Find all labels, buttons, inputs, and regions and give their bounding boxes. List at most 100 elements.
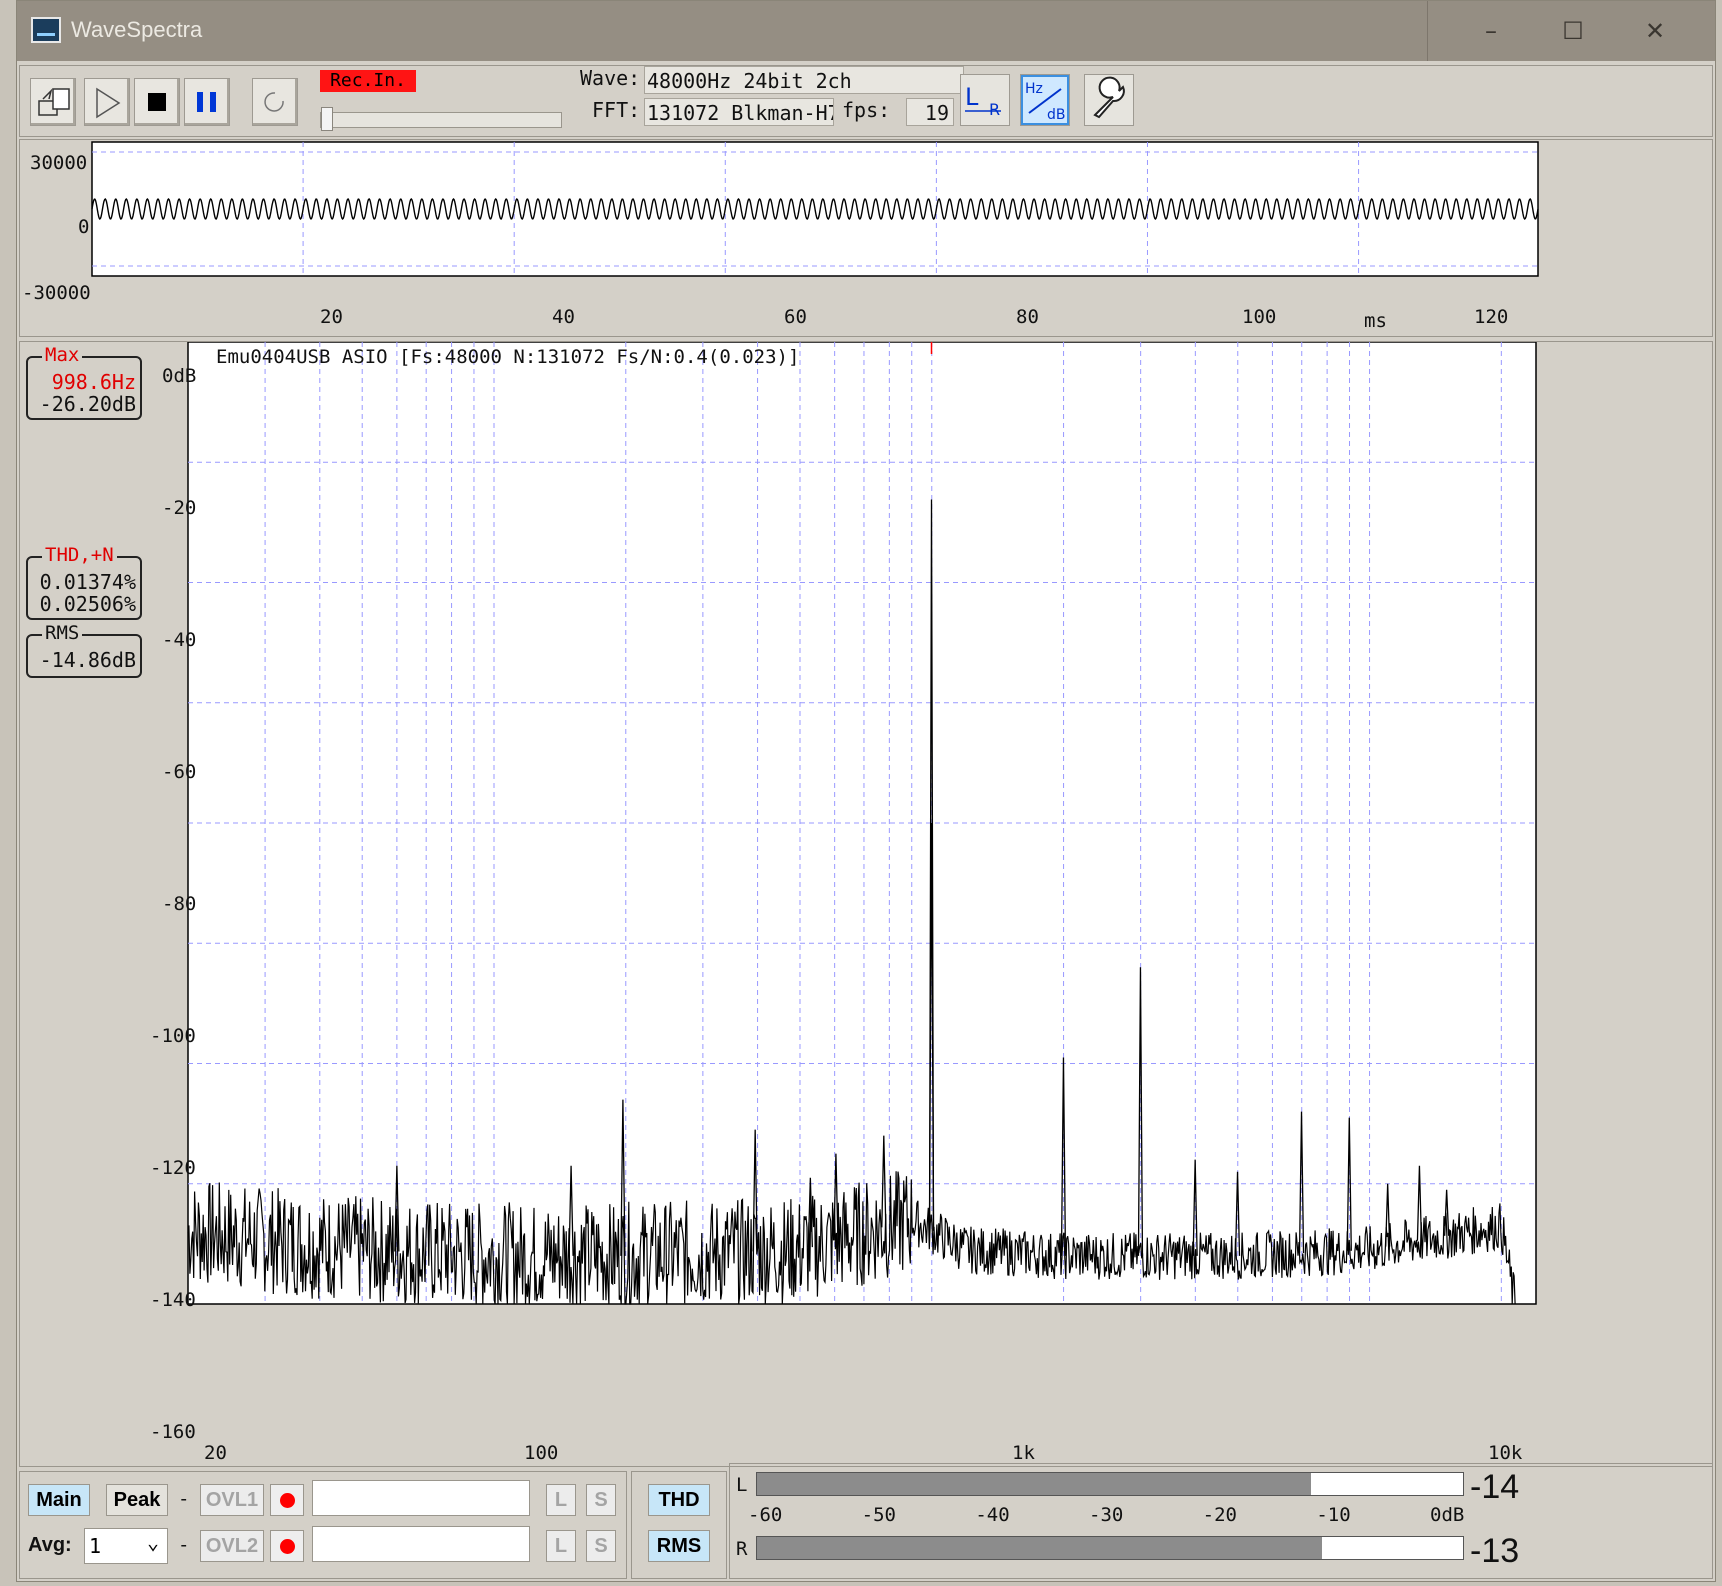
lr-icon-l: L [965,83,979,111]
spec-ytick-120: -120 [150,1157,196,1179]
wave-xtick-60: 60 [784,306,807,328]
rec-input-label[interactable]: Rec.In. [320,70,416,92]
meter-r-label: R [736,1538,748,1560]
max-level: -26.20dB [39,392,136,416]
hz-db-scale-icon: Hz dB [1023,77,1067,123]
ovl2-name-field[interactable] [312,1526,530,1562]
waveform-panel: 30000 0 -30000 20 40 60 80 100 ms 120 [19,139,1713,337]
spec-ytick-0db: 0dB [162,365,197,387]
thd-label: THD,+N [42,544,117,566]
window-title: WaveSpectra [71,17,203,42]
spec-xtick-10k: 10k [1488,1442,1523,1464]
pause-button[interactable] [184,78,230,126]
dash-1: - [178,1488,190,1510]
ovl1-s-button[interactable]: S [586,1484,616,1516]
ovl2-record-icon[interactable] [270,1530,304,1562]
fft-label: FFT: [592,98,641,122]
spec-ytick-80: -80 [162,893,197,915]
open-button[interactable] [30,78,76,126]
input-level-slider[interactable] [320,107,562,131]
hz-db-scale-button[interactable]: Hz dB [1020,74,1070,126]
ovl1-record-icon[interactable] [270,1484,304,1516]
spec-ytick-140: -140 [150,1289,196,1311]
meter-r-fill [757,1537,1322,1559]
ovl2-button[interactable]: OVL2 [200,1530,264,1562]
settings-button[interactable] [1084,74,1134,126]
ovl1-button[interactable]: OVL1 [200,1484,264,1516]
meter-scale-tick: -60 [748,1504,783,1526]
wave-xtick-120: 120 [1474,306,1509,328]
ovl1-l-button[interactable]: L [546,1484,576,1516]
maximize-button[interactable]: ☐ [1533,11,1613,51]
minimize-button[interactable]: – [1451,11,1531,51]
rms-button[interactable]: RMS [648,1530,710,1562]
ovl2-l-button[interactable]: L [546,1530,576,1562]
close-button[interactable]: ✕ [1615,11,1695,51]
wave-xtick-20: 20 [320,306,343,328]
titlebar-separator [1427,1,1428,61]
fft-setting-field[interactable]: 131072 Blkman-H7 [644,98,834,126]
dash-2: - [178,1534,190,1556]
pause-icon [197,92,216,112]
main-button[interactable]: Main [28,1484,90,1516]
spec-ytick-40: -40 [162,629,197,651]
wave-x-unit: ms [1364,310,1387,332]
fps-label: fps: [842,98,891,122]
meter-l-fill [757,1473,1311,1495]
lr-channel-button[interactable]: L R [960,74,1010,126]
spectrum-plot[interactable] [20,342,1712,1466]
meter-scale-tick: 0dB [1430,1504,1465,1526]
lr-channel-icon: L R [965,83,1001,119]
spec-xtick-100: 100 [524,1442,559,1464]
wave-xtick-80: 80 [1016,306,1039,328]
stop-button[interactable] [134,78,180,126]
control-panel: Main Peak - OVL1 L S Avg: 1 ⌄ - OVL2 L S [19,1471,627,1579]
rms-label: RMS [42,622,83,644]
avg-select[interactable]: 1 ⌄ [84,1528,168,1564]
spec-ytick-60: -60 [162,761,197,783]
peak-button[interactable]: Peak [106,1484,168,1516]
meter-l-label: L [736,1474,748,1496]
avg-label: Avg: [28,1534,72,1556]
spec-ytick-160: -160 [150,1421,196,1443]
thd-readout: THD,+N 0.01374% 0.02506% [26,544,142,620]
wave-xtick-100: 100 [1242,306,1277,328]
max-label: Max [42,344,83,366]
spec-xtick-20: 20 [204,1442,227,1464]
slider-thumb[interactable] [321,107,333,131]
meter-r-bar [756,1536,1464,1560]
spec-ytick-20: -20 [162,497,197,519]
thd-button[interactable]: THD [648,1484,710,1516]
loop-icon [264,92,284,112]
meter-scale-tick: -40 [975,1504,1010,1526]
waveform-plot[interactable] [20,140,1712,336]
play-button[interactable] [84,78,130,126]
wave-xtick-40: 40 [552,306,575,328]
measure-panel: THD RMS [631,1471,727,1579]
lr-icon-r: R [989,100,1000,119]
spectrum-header: Emu0404USB ASIO [Fs:48000 N:131072 Fs/N:… [216,346,800,368]
max-readout: Max 998.6Hz -26.20dB [26,344,142,420]
rms-value: -14.86dB [39,648,136,672]
spec-ytick-100: -100 [150,1025,196,1047]
fps-field: 19 [906,98,954,126]
loop-button[interactable] [252,78,298,126]
rms-readout: RMS -14.86dB [26,622,142,678]
wave-format-field: 48000Hz 24bit 2ch [644,66,964,94]
meter-l-value: -14 [1470,1468,1520,1506]
hz-icon-text: Hz [1025,81,1043,97]
stop-icon [148,93,166,111]
app-icon [31,17,61,43]
ovl1-name-field[interactable] [312,1480,530,1516]
meter-scale-tick: -50 [861,1504,896,1526]
meter-r-value: -13 [1470,1532,1520,1570]
open-icon [38,88,70,116]
toolbar: Rec.In. Wave: 48000Hz 24bit 2ch FFT: 131… [19,65,1713,137]
chevron-down-icon: ⌄ [146,1530,159,1554]
title-bar[interactable]: WaveSpectra – ☐ ✕ [17,1,1715,61]
ovl2-s-button[interactable]: S [586,1530,616,1562]
thdn-value: 0.02506% [39,592,136,616]
db-icon-text: dB [1047,107,1066,123]
meter-scale-tick: -20 [1202,1504,1237,1526]
wave-ytick-neg30000: -30000 [22,282,91,304]
